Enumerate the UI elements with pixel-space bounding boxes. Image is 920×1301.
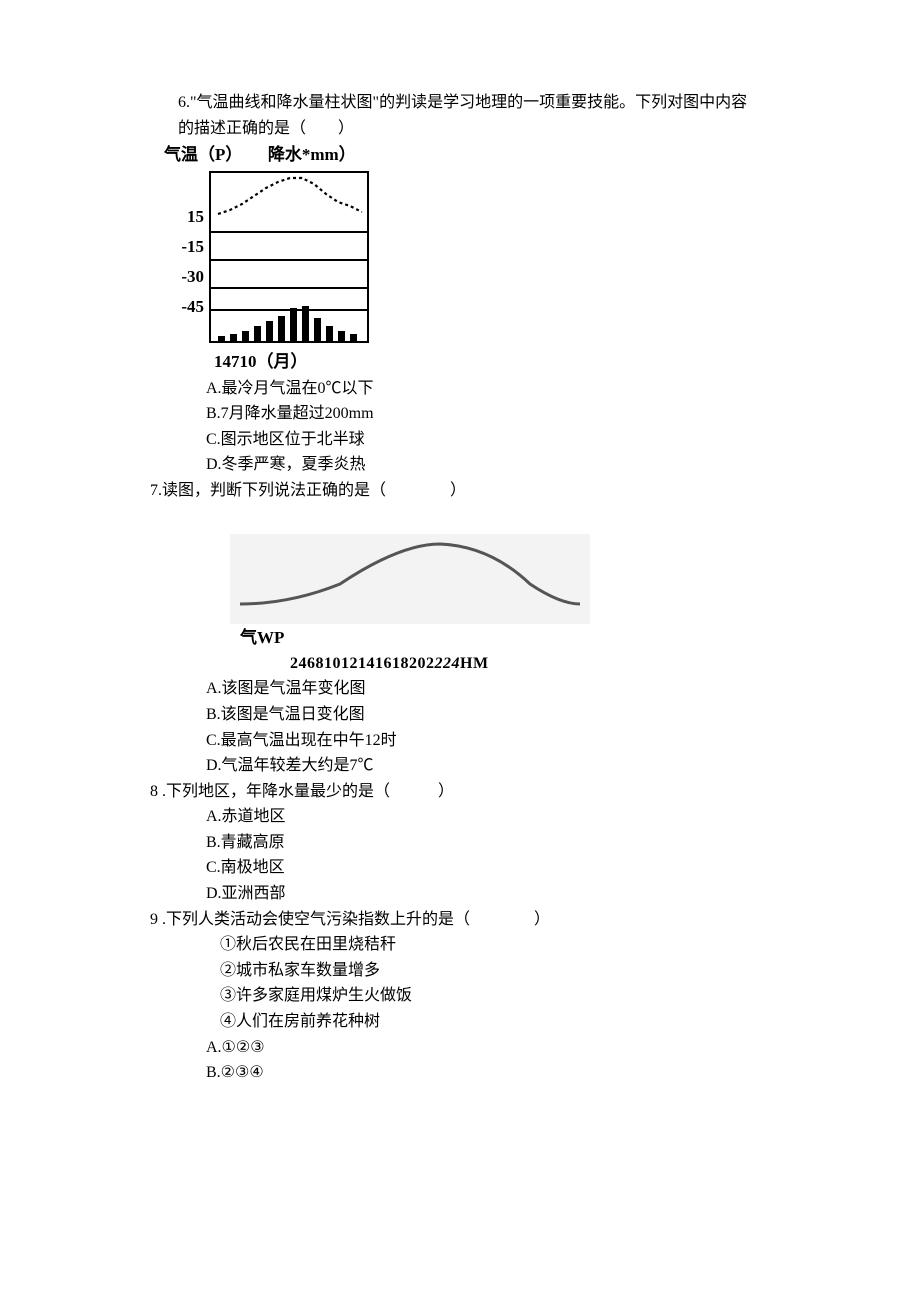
q8-option-a: A.赤道地区 [150, 804, 770, 830]
q9-stem: 9 .下列人类活动会使空气污染指数上升的是（ ） [150, 907, 770, 933]
q9-item-3: ③许多家庭用煤炉生火做饭 [150, 983, 770, 1009]
q7-chart: 气WP 24681012141618202224HM [230, 534, 610, 677]
q7-option-a: A.该图是气温年变化图 [150, 676, 770, 702]
q6-stem-line2: 的描述正确的是（ ） [150, 116, 770, 142]
q6-ytick-n45: -45 [160, 292, 204, 322]
q6-chart-yaxis: 15 -15 -30 -45 [160, 168, 204, 322]
q9-item-4: ④人们在房前养花种树 [150, 1009, 770, 1035]
q7-xlabel-b: 224 [435, 655, 461, 672]
q8-option-d: D.亚洲西部 [150, 881, 770, 907]
q7-xlabel-a: 24681012141618202 [290, 655, 435, 672]
q6-chart-svg [204, 168, 374, 348]
q6-option-b: B.7月降水量超过200mm [150, 401, 770, 427]
q9-item-2: ②城市私家车数量增多 [150, 958, 770, 984]
q6-chart-temp-label: 气温（P） [164, 145, 242, 164]
q6-stem-line1: 6."气温曲线和降水量柱状图"的判读是学习地理的一项重要技能。下列对图中内容 [150, 90, 770, 116]
q6-ytick-n30: -30 [160, 262, 204, 292]
q9-option-a: A.①②③ [150, 1035, 770, 1061]
q6-ytick-15: 15 [160, 202, 204, 232]
q8-option-b: B.青藏高原 [150, 830, 770, 856]
q7-xlabel-c: HM [460, 655, 489, 672]
q7-option-b: B.该图是气温日变化图 [150, 702, 770, 728]
q9-option-b: B.②③④ [150, 1060, 770, 1086]
document-page: 6."气温曲线和降水量柱状图"的判读是学习地理的一项重要技能。下列对图中内容 的… [0, 0, 920, 1301]
q7-chart-svg [230, 534, 590, 624]
q7-option-d: D.气温年较差大约是7℃ [150, 753, 770, 779]
q7-chart-ylabel: 气WP [230, 624, 610, 651]
q7-stem: 7.读图，判断下列说法正确的是（ ） [150, 478, 770, 504]
q8-stem: 8 .下列地区，年降水量最少的是（ ） [150, 779, 770, 805]
q6-option-d: D.冬季严寒，夏季炎热 [150, 452, 770, 478]
q6-option-a: A.最冷月气温在0℃以下 [150, 376, 770, 402]
q8-option-c: C.南极地区 [150, 855, 770, 881]
q7-option-c: C.最高气温出现在中午12时 [150, 728, 770, 754]
q6-chart: 气温（P） 降水*mm） 15 -15 -30 -45 [160, 141, 400, 375]
q6-ytick-n15: -15 [160, 232, 204, 262]
q6-chart-precip-label: 降水*mm） [268, 145, 356, 164]
q7-chart-xlabel: 24681012141618202224HM [230, 651, 610, 677]
q9-item-1: ①秋后农民在田里烧秸秆 [150, 932, 770, 958]
q6-chart-xaxis: 14710（月） [160, 348, 400, 375]
q6-option-c: C.图示地区位于北半球 [150, 427, 770, 453]
